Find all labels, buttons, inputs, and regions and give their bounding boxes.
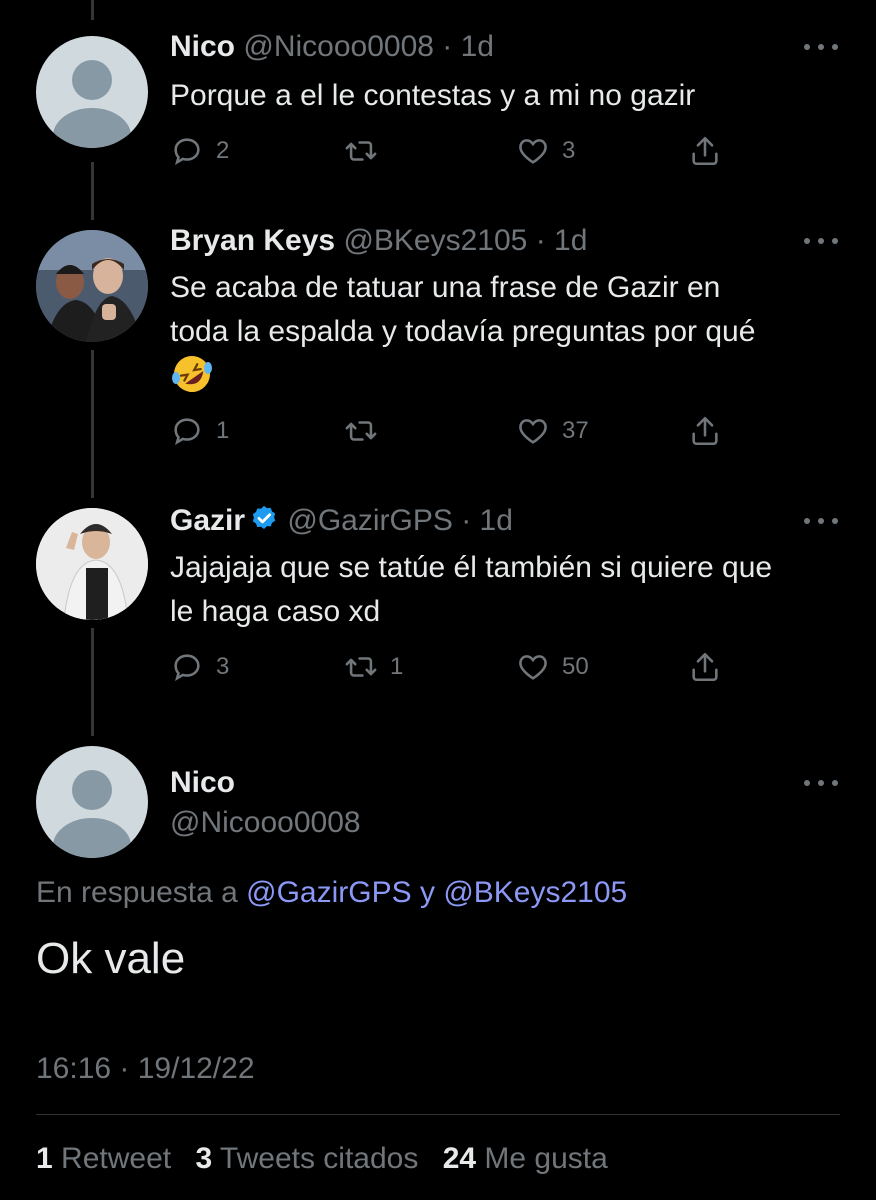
stat-count: 24 — [442, 1142, 477, 1175]
tweet-stats: 1 Retweet 3 Tweets citados 24 Me gusta — [36, 1142, 624, 1176]
stat-label: Tweets citados — [219, 1142, 419, 1175]
author-handle-text: @Nicooo0008 — [170, 806, 361, 839]
main-tweet: Nico @Nicooo0008 En respuesta a @GazirGP… — [0, 0, 876, 1200]
reply-prefix: En respuesta a — [36, 876, 238, 909]
stat-label: Retweet — [61, 1142, 172, 1175]
mention-conjunction: y — [419, 876, 435, 909]
avatar[interactable] — [36, 746, 148, 858]
more-options-icon[interactable] — [804, 778, 838, 788]
mention-link[interactable]: @GazirGPS — [246, 876, 411, 909]
divider — [36, 1114, 840, 1115]
quotes-stat[interactable]: 3 Tweets citados — [195, 1142, 418, 1175]
stat-label: Me gusta — [484, 1142, 608, 1175]
main-tweet-text: Ok vale — [36, 934, 186, 983]
author-name[interactable]: Nico — [170, 766, 235, 800]
author-name-text: Nico — [170, 766, 236, 799]
stat-count: 3 — [195, 1142, 213, 1175]
retweets-stat[interactable]: 1 Retweet — [36, 1142, 171, 1175]
mention-link[interactable]: @BKeys2105 — [443, 876, 627, 909]
author-handle[interactable]: @Nicooo0008 — [170, 806, 361, 840]
tweet-timestamp[interactable]: 16:16 · 19/12/22 — [36, 1052, 255, 1086]
stat-count: 1 — [36, 1142, 53, 1175]
likes-stat[interactable]: 24 Me gusta — [443, 1142, 608, 1175]
reply-context: En respuesta a @GazirGPS y @BKeys2105 — [36, 876, 627, 910]
